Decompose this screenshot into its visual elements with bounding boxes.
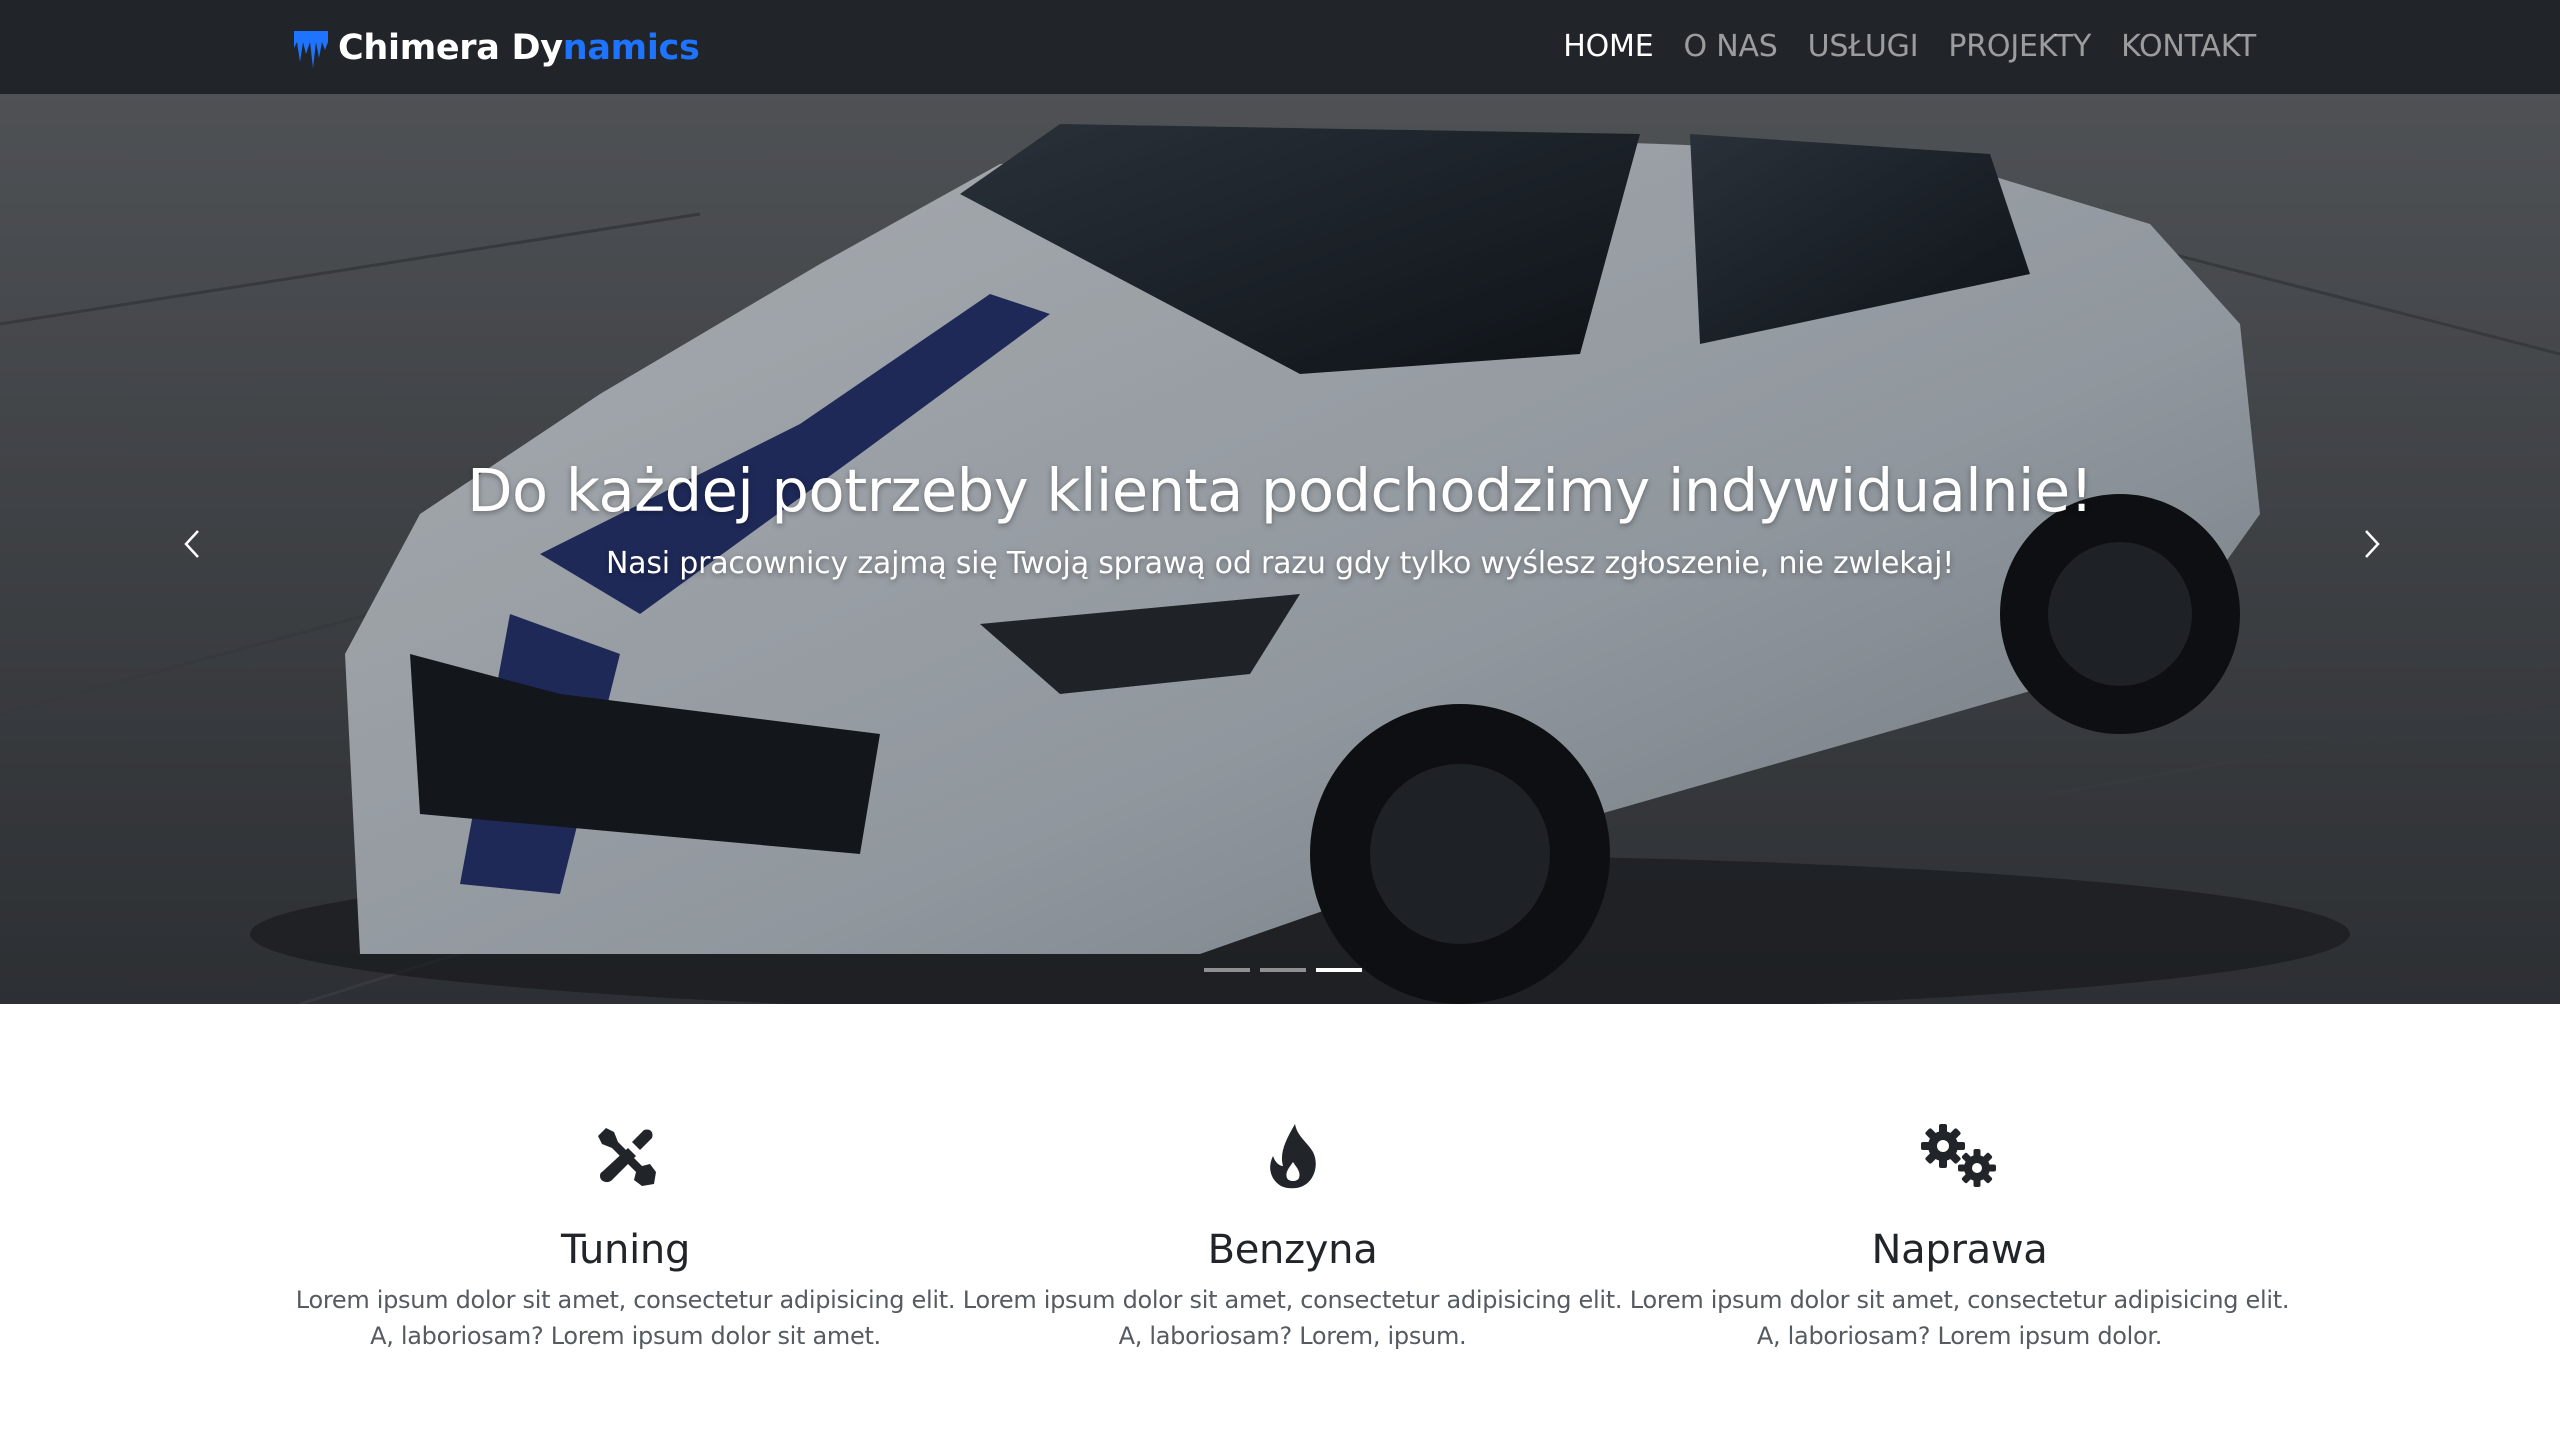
carousel-indicators [1204,968,1362,972]
hero-title: Do każdej potrzeby klienta podchodzimy i… [467,456,2093,525]
tools-icon [292,1120,959,1192]
nav-item-home: HOME [1563,0,1653,94]
hero-carousel: Do każdej potrzeby klienta podchodzimy i… [0,94,2560,1004]
cogs-icon [1626,1120,2293,1192]
nav-link-o-nas[interactable]: O NAS [1683,0,1777,94]
feature-description: Lorem ipsum dolor sit amet, consectetur … [1626,1282,2293,1354]
feature-description-line1: Lorem ipsum dolor sit amet, consectetur … [1629,1286,2290,1314]
chevron-left-icon [184,530,199,558]
feature-description: Lorem ipsum dolor sit amet, consectetur … [292,1282,959,1354]
nav-link-kontakt[interactable]: KONTAKT [2121,0,2256,94]
carousel-next-button[interactable] [2342,514,2402,574]
carousel-indicator-1[interactable] [1204,968,1250,972]
main-nav: HOME O NAS USŁUGI PROJEKTY KONTAKT [1563,0,2256,94]
nav-item-kontakt: KONTAKT [2121,0,2256,94]
carousel-indicator-2[interactable] [1260,968,1306,972]
chevron-right-icon [2365,530,2380,558]
carousel-prev-button[interactable] [162,514,222,574]
feature-benzyna: Benzyna Lorem ipsum dolor sit amet, cons… [959,1004,1626,1440]
feature-description-line2: A, laboriosam? Lorem ipsum dolor. [1756,1322,2163,1350]
navbar: Chimera Dynamics HOME O NAS USŁUGI PROJE… [0,0,2560,94]
nav-link-home[interactable]: HOME [1563,0,1653,94]
brand-name-part2: namics [562,28,700,68]
brand-name: Chimera Dynamics [338,26,700,70]
feature-title: Naprawa [1871,1227,2048,1273]
feature-naprawa: Naprawa Lorem ipsum dolor sit amet, cons… [1626,1004,2293,1440]
feature-description-line1: Lorem ipsum dolor sit amet, consectetur … [962,1286,1623,1314]
nav-link-uslugi[interactable]: USŁUGI [1808,0,1919,94]
nav-item-projekty: PROJEKTY [1948,0,2091,94]
feature-tuning: Tuning Lorem ipsum dolor sit amet, conse… [292,1004,959,1440]
nav-link-projekty[interactable]: PROJEKTY [1948,0,2091,94]
features-section: Tuning Lorem ipsum dolor sit amet, conse… [292,1004,2294,1440]
brand-name-part1: Chimera Dy [338,28,563,68]
feature-description-line1: Lorem ipsum dolor sit amet, consectetur … [295,1286,956,1314]
nav-item-o-nas: O NAS [1683,0,1777,94]
hero-subtitle: Nasi pracownicy zajmą się Twoją sprawą o… [605,546,1955,581]
feature-description-line2: A, laboriosam? Lorem ipsum dolor sit ame… [370,1322,881,1350]
feature-description: Lorem ipsum dolor sit amet, consectetur … [959,1282,1626,1354]
carousel-indicator-3[interactable] [1316,968,1362,972]
nav-item-uslugi: USŁUGI [1808,0,1919,94]
fire-icon [959,1120,1626,1192]
feature-title: Benzyna [1207,1227,1378,1273]
feature-title: Tuning [560,1227,691,1273]
brand-link[interactable]: Chimera Dynamics [292,26,700,70]
feature-description-line2: A, laboriosam? Lorem, ipsum. [1118,1322,1467,1350]
fang-logo-icon [294,31,328,68]
